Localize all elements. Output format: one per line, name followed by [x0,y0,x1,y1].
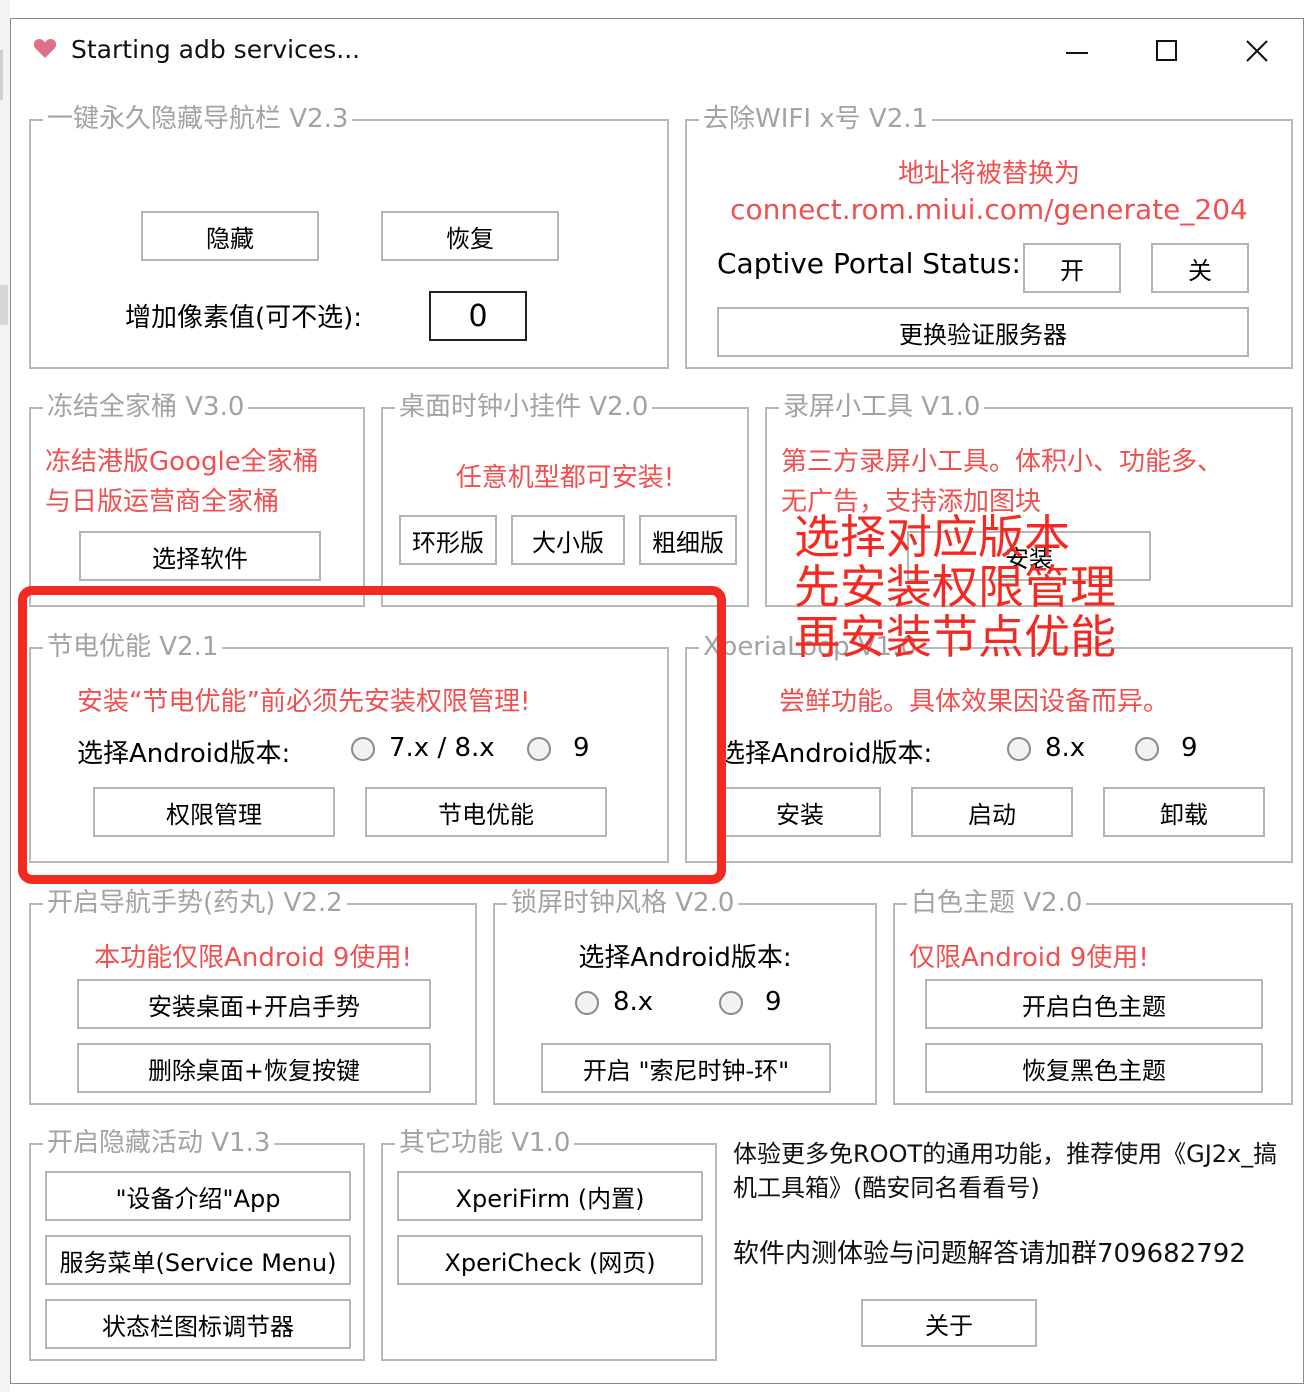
group-hide-navbar: 一键永久隐藏导航栏 V2.3 隐藏 恢复 增加像素值(可不选): 0 [29,103,669,369]
close-icon [1246,40,1268,62]
android-9-radio[interactable] [719,991,743,1015]
permission-manager-button[interactable]: 权限管理 [93,787,335,837]
size-version-button[interactable]: 大小版 [511,515,625,565]
hide-button[interactable]: 隐藏 [141,211,319,261]
android-7-8-label: 7.x / 8.x [389,733,495,763]
android-8-label: 8.x [1045,733,1086,763]
title-bar: Starting adb services... [11,19,1303,81]
group-title: 锁屏时钟风格 V2.0 [507,887,739,919]
wifi-note-line1: 地址将被替换为 [897,159,1080,189]
android-9-label: 9 [1181,733,1198,763]
freeze-note-line1: 冻结港版Google全家桶 [45,447,319,477]
maximize-icon [1156,40,1177,61]
group-title: 节电优能 V2.1 [43,631,223,663]
remove-gesture-button[interactable]: 删除桌面+恢复按键 [77,1043,431,1093]
group-title: 开启导航手势(药丸) V2.2 [43,887,347,919]
enable-sony-clock-button[interactable]: 开启 "索尼时钟-环" [541,1043,831,1093]
group-battery-optimizer: 节电优能 V2.1 安装“节电优能”前必须先安装权限管理! 选择Android版… [29,631,669,863]
annotation-line1: 选择对应版本 [794,510,1070,564]
battery-version-label: 选择Android版本: [77,739,291,769]
restore-black-theme-button[interactable]: 恢复黑色主题 [925,1043,1263,1093]
minimize-icon [1066,52,1088,54]
annotation-line3: 再安装节点优能 [794,610,1116,664]
annotation-note: 选择对应版本 先安装权限管理 再安装节点优能 [794,512,1116,662]
group-title: 白色主题 V2.0 [907,887,1087,919]
android-8-radio[interactable] [1007,737,1031,761]
clock-note: 任意机型都可安装! [455,463,675,493]
window-title: Starting adb services... [71,35,361,64]
group-xperialoop: XperiaLoop V1.0 尝鲜功能。具体效果因设备而异。 选择Androi… [685,631,1293,863]
group-wifi: 去除WIFI x号 V2.1 地址将被替换为 connect.rom.miui.… [685,103,1293,369]
background-edge-mark [0,285,8,325]
android-9-label: 9 [573,733,590,763]
enable-white-theme-button[interactable]: 开启白色主题 [925,979,1263,1029]
service-menu-button[interactable]: 服务菜单(Service Menu) [45,1235,351,1285]
device-intro-button[interactable]: "设备介绍"App [45,1171,351,1221]
battery-optimizer-button[interactable]: 节电优能 [365,787,607,837]
recorder-note-line1: 第三方录屏小工具。体积小、功能多、 [781,447,1224,477]
background-edge-mark [0,50,3,100]
background-edge [0,0,10,1392]
android-9-radio[interactable] [527,737,551,761]
xpericheck-button[interactable]: XperiCheck (网页) [397,1235,703,1285]
group-title: 桌面时钟小挂件 V2.0 [395,391,653,423]
qq-group-info: 软件内测体验与问题解答请加群709682792 [733,1239,1246,1269]
group-title: 其它功能 V1.0 [395,1127,575,1159]
battery-note: 安装“节电优能”前必须先安装权限管理! [77,687,531,717]
group-title: 开启隐藏活动 V1.3 [43,1127,275,1159]
minimize-button[interactable] [1037,23,1117,77]
xperia-uninstall-button[interactable]: 卸载 [1103,787,1265,837]
group-desktop-clock: 桌面时钟小挂件 V2.0 任意机型都可安装! 环形版 大小版 粗细版 [381,391,749,607]
annotation-line2: 先安装权限管理 [794,560,1116,614]
install-gesture-button[interactable]: 安装桌面+开启手势 [77,979,431,1029]
close-button[interactable] [1217,23,1297,77]
group-hidden-activities: 开启隐藏活动 V1.3 "设备介绍"App 服务菜单(Service Menu)… [29,1127,365,1361]
freeze-note-line2: 与日版运营商全家桶 [45,487,280,517]
theme-note: 仅限Android 9使用! [909,943,1149,973]
android-8-label: 8.x [613,987,654,1017]
pixel-value-input[interactable]: 0 [429,291,527,341]
android-9-label: 9 [765,987,782,1017]
xperia-install-button[interactable]: 安装 [719,787,881,837]
about-button[interactable]: 关于 [861,1299,1037,1347]
select-software-button[interactable]: 选择软件 [79,531,321,581]
android-9-radio[interactable] [1135,737,1159,761]
group-title: 一键永久隐藏导航栏 V2.3 [43,103,353,135]
weight-version-button[interactable]: 粗细版 [639,515,737,565]
group-white-theme: 白色主题 V2.0 仅限Android 9使用! 开启白色主题 恢复黑色主题 [893,887,1293,1105]
ring-version-button[interactable]: 环形版 [399,515,497,565]
wifi-note-line2: connect.rom.miui.com/generate_204 [730,193,1248,226]
xperifirm-button[interactable]: XperiFirm (内置) [397,1171,703,1221]
xperia-note: 尝鲜功能。具体效果因设备而异。 [779,687,1170,717]
captive-status-label: Captive Portal Status: [717,247,1021,280]
group-other-functions: 其它功能 V1.0 XperiFirm (内置) XperiCheck (网页) [381,1127,717,1361]
info-line1: 体验更多免ROOT的通用功能，推荐使用《GJ2x_搞 [733,1140,1278,1168]
app-window: Starting adb services... 一键永久隐藏导航栏 V2.3 … [10,18,1304,1384]
xperia-start-button[interactable]: 启动 [911,787,1073,837]
statusbar-tuner-button[interactable]: 状态栏图标调节器 [45,1299,351,1349]
group-freeze: 冻结全家桶 V3.0 冻结港版Google全家桶 与日版运营商全家桶 选择软件 [29,391,365,607]
info-line2: 机工具箱》(酷安同名看看号) [733,1174,1040,1202]
maximize-button[interactable] [1127,23,1207,77]
android-8-radio[interactable] [575,991,599,1015]
pixel-label: 增加像素值(可不选): [125,303,363,333]
group-nav-gesture: 开启导航手势(药丸) V2.2 本功能仅限Android 9使用! 安装桌面+开… [29,887,477,1105]
change-server-button[interactable]: 更换验证服务器 [717,307,1249,357]
gesture-note: 本功能仅限Android 9使用! [94,943,412,973]
group-title: 冻结全家桶 V3.0 [43,391,249,423]
group-lockscreen-clock: 锁屏时钟风格 V2.0 选择Android版本: 8.x 9 开启 "索尼时钟-… [493,887,877,1105]
captive-on-button[interactable]: 开 [1023,243,1121,293]
group-title: 去除WIFI x号 V2.1 [699,103,933,135]
group-title: 录屏小工具 V1.0 [779,391,985,423]
restore-button[interactable]: 恢复 [381,211,559,261]
lockclock-version-label: 选择Android版本: [578,943,792,973]
android-7-8-radio[interactable] [351,737,375,761]
heart-icon [33,37,57,61]
captive-off-button[interactable]: 关 [1151,243,1249,293]
xperia-version-label: 选择Android版本: [719,739,933,769]
